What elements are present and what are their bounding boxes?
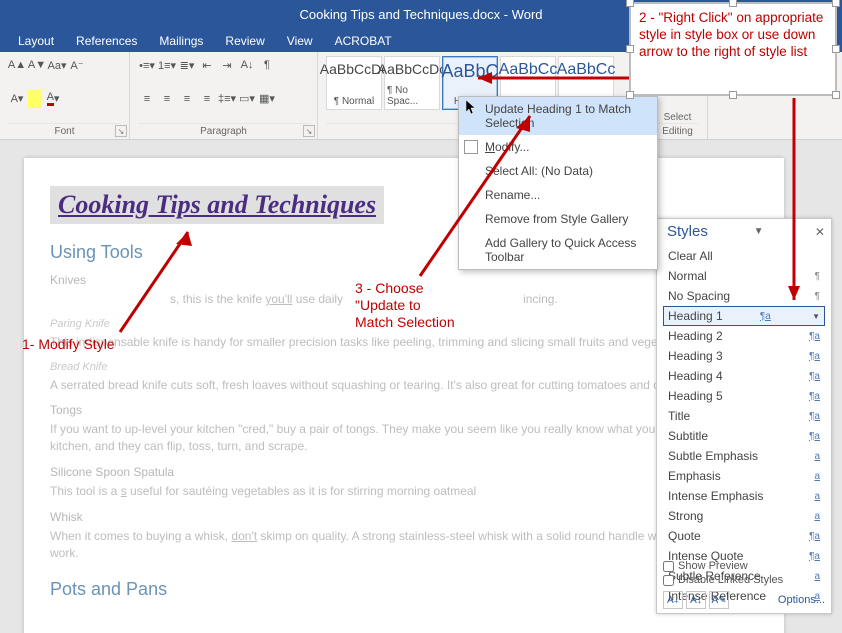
annotation-2-text: 2 - "Right Click" on appropriate style i… (639, 10, 823, 59)
annotation-3-text: 3 - Choose "Update to Match Selection (355, 280, 455, 330)
annotation-1-text: 1- Modify Style (22, 336, 115, 353)
cursor-icon (466, 100, 478, 116)
annotation-2-box[interactable]: 2 - "Right Click" on appropriate style i… (629, 2, 837, 96)
